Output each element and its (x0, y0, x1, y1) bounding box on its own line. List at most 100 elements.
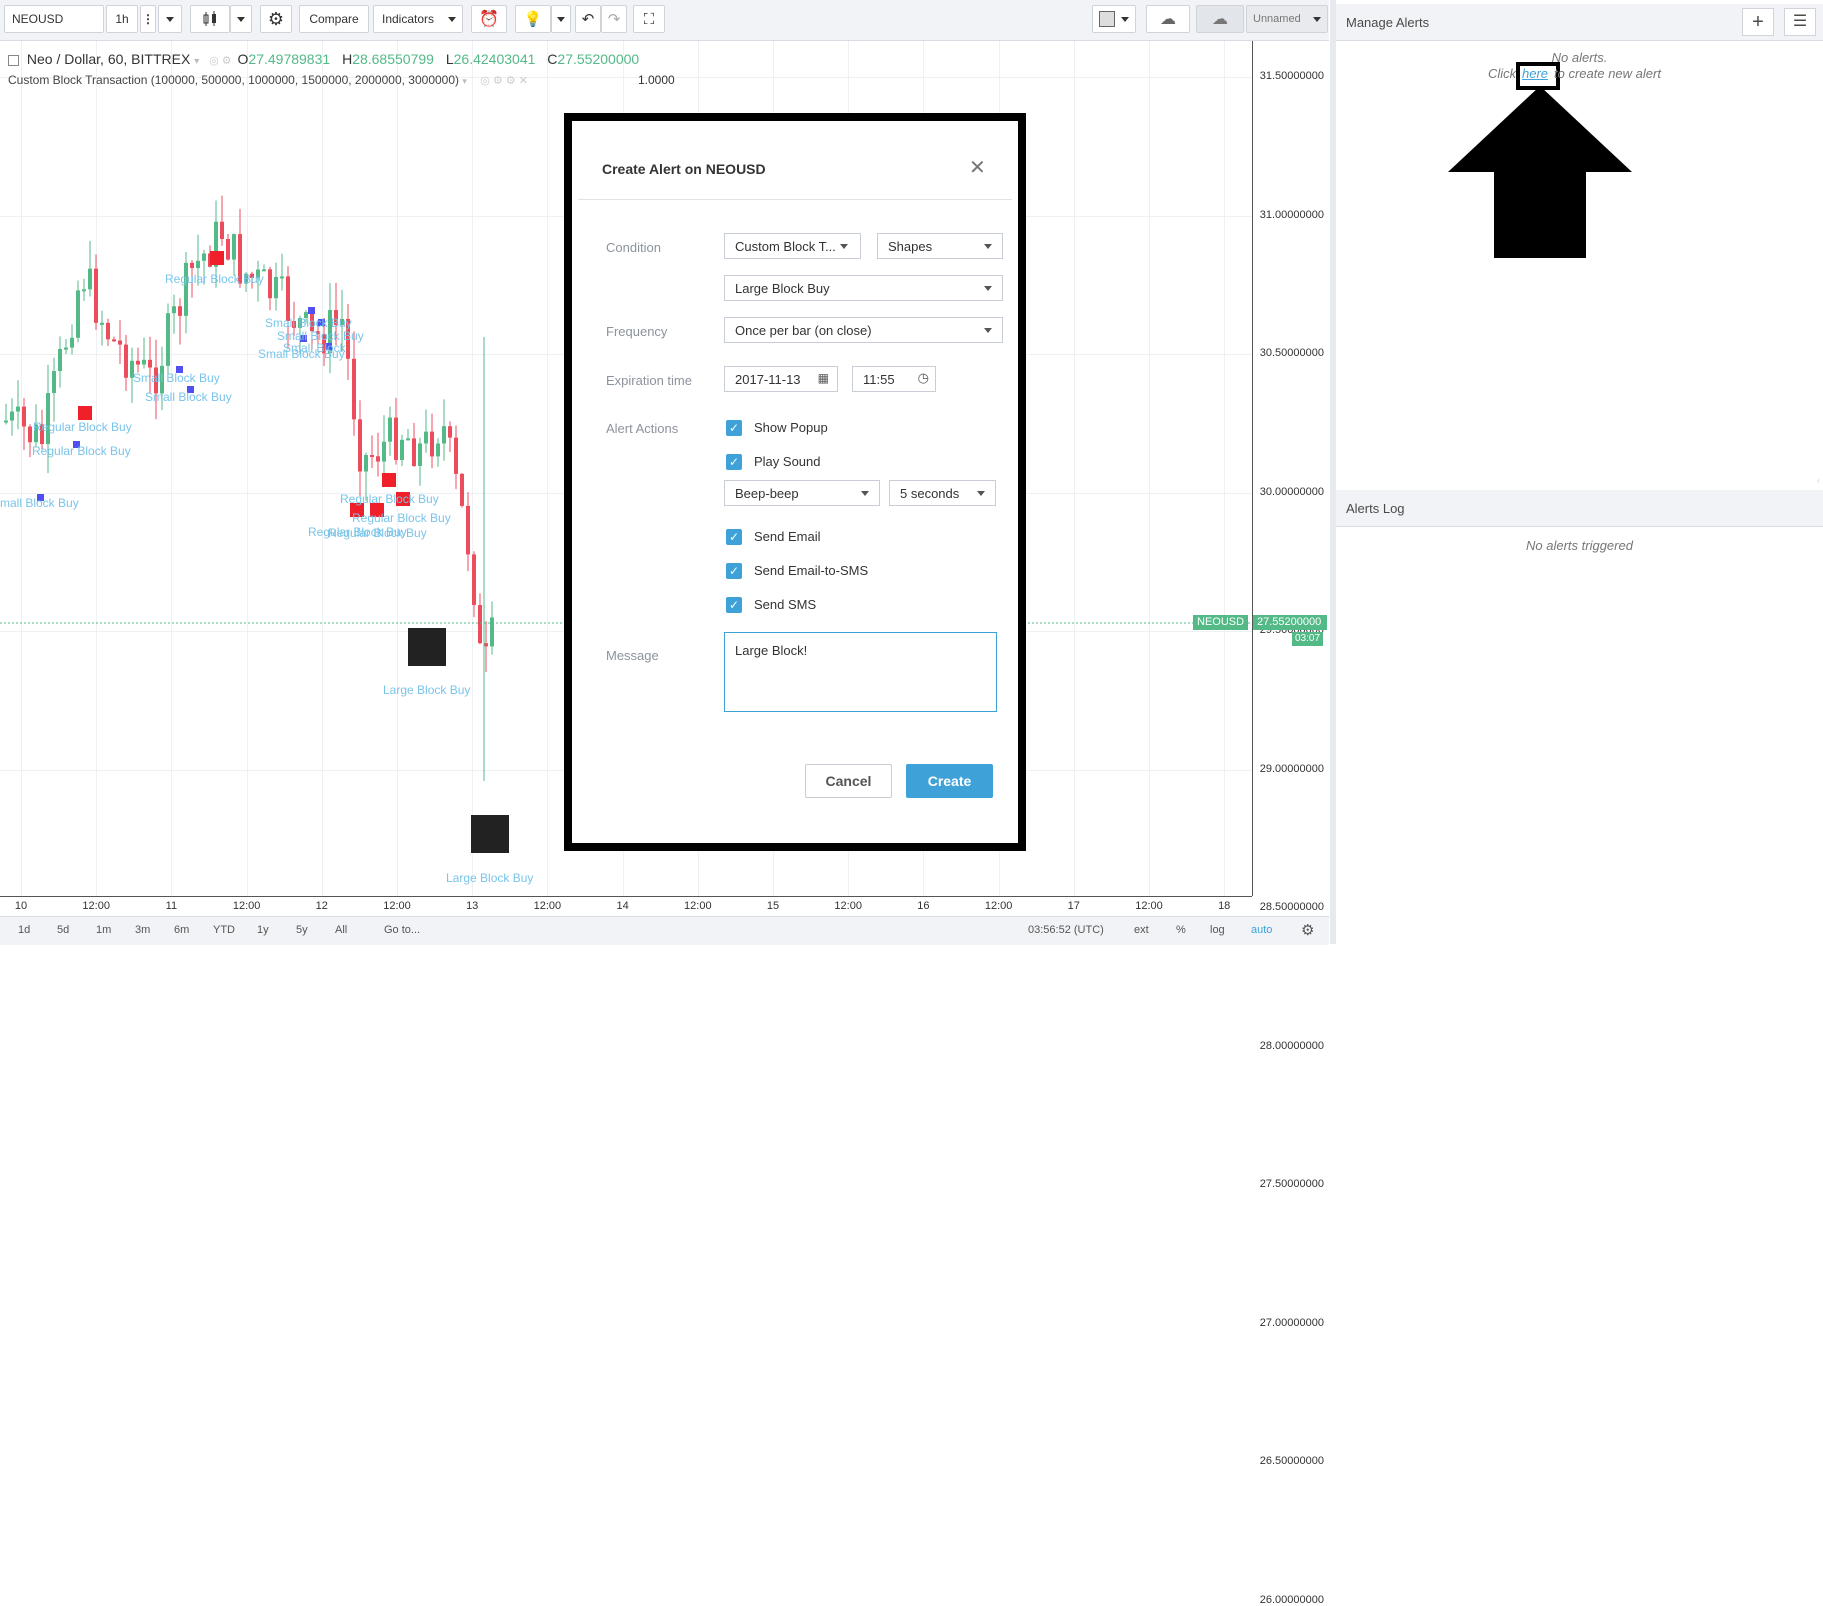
log-scale-toggle[interactable]: log (1210, 924, 1225, 936)
time-tick-label: 18 (1218, 900, 1231, 912)
layout-name-button[interactable]: Unnamed (1246, 5, 1328, 33)
layout-name-text: Unnamed (1253, 13, 1301, 25)
indicator-settings-icon[interactable]: ◎ ⚙ ⚙ ✕ (480, 75, 528, 87)
range-button[interactable]: 1y (257, 924, 269, 936)
add-alert-icon[interactable]: + (1742, 8, 1774, 36)
no-alerts-triggered-text: No alerts triggered (1526, 538, 1633, 553)
collapse-legend-icon[interactable] (8, 54, 19, 66)
range-button[interactable]: 1m (96, 924, 111, 936)
range-button[interactable]: All (335, 924, 347, 936)
goto-date-button[interactable]: Go to... (384, 924, 420, 936)
candle-body (202, 253, 206, 261)
send-email-sms-checkbox[interactable]: ✓ (726, 563, 742, 579)
alert-clock-icon[interactable]: ⏰ (471, 5, 507, 33)
range-button[interactable]: 3m (135, 924, 150, 936)
condition-label: Condition (606, 240, 661, 255)
time-tick-label: 11 (165, 900, 178, 912)
candle-body (172, 306, 176, 314)
candle-body (88, 268, 92, 290)
create-alert-dialog: Create Alert on NEOUSD ✕ Condition Custo… (578, 127, 1012, 837)
range-button[interactable]: 5d (57, 924, 69, 936)
arrow-up-icon (1448, 86, 1632, 258)
candle-body (70, 337, 74, 348)
clock-icon[interactable]: ◷ (918, 370, 929, 386)
gear-icon[interactable]: ⚙ (1301, 921, 1314, 939)
show-popup-checkbox[interactable]: ✓ (726, 420, 742, 436)
candle-body (472, 554, 476, 606)
indicator-name: Custom Block Transaction (100000, 500000… (8, 73, 460, 87)
undo-icon[interactable]: ↶ (575, 5, 601, 33)
interval-dropdown-button[interactable] (158, 5, 182, 33)
candle-body (184, 262, 188, 316)
price-tick-label: 26.00000000 (1259, 1593, 1324, 1606)
candles-icon[interactable] (190, 5, 230, 33)
price-axis[interactable]: 31.50000000 31.00000000 30.50000000 30.0000… (1252, 41, 1330, 1606)
gear-icon[interactable]: ⚙ (260, 5, 292, 33)
list-icon[interactable]: ☰ (1784, 8, 1816, 36)
time-tick-label: 16 (917, 900, 930, 912)
candle-body (364, 455, 368, 472)
condition-shape-select[interactable]: Large Block Buy (724, 275, 1003, 301)
fullscreen-icon[interactable]: ⛶ (633, 5, 665, 33)
candle-body (448, 426, 452, 438)
frequency-select[interactable]: Once per bar (on close) (724, 317, 1003, 343)
ideas-dropdown[interactable] (551, 5, 571, 33)
range-button[interactable]: YTD (213, 924, 235, 936)
create-alert-link[interactable]: here (1522, 66, 1548, 81)
candle-body (136, 360, 140, 365)
condition-source-select[interactable]: Custom Block T... (724, 233, 861, 259)
legend-dropdown-icon[interactable]: ▾ (194, 56, 199, 67)
message-textarea[interactable]: Large Block! (724, 632, 997, 712)
indicator-legend: Custom Block Transaction (100000, 500000… (8, 73, 528, 87)
redo-icon[interactable]: ↷ (601, 5, 627, 33)
indicators-label: Indicators (382, 12, 435, 26)
dialog-title: Create Alert on NEOUSD (602, 161, 766, 177)
close-icon[interactable]: ✕ (969, 155, 986, 180)
expiration-date-input[interactable]: 2017-11-13 ▦ (724, 366, 838, 392)
cancel-button[interactable]: Cancel (805, 764, 892, 798)
time-axis[interactable]: 10 12:00 11 12:00 12 12:00 13 12:00 14 12:00 15 12:… (0, 896, 1252, 917)
cloud-download-icon[interactable]: ☁ (1146, 5, 1190, 33)
price-tick-label: 31.50000000 (1259, 70, 1324, 82)
range-button[interactable]: 1d (18, 924, 30, 936)
more-intervals-icon[interactable]: ⋮ (140, 5, 156, 33)
interval-button[interactable]: 1h (106, 5, 138, 33)
percent-scale-toggle[interactable]: % (1176, 924, 1186, 936)
show-popup-label: Show Popup (754, 420, 828, 435)
legend-eye-icon[interactable]: ◎ ⚙ (209, 55, 232, 67)
annotation-label: Large Block Buy (383, 683, 471, 697)
indicator-dropdown-icon[interactable]: ▾ (462, 76, 467, 86)
symbol-search-input[interactable]: NEOUSD (4, 5, 104, 33)
range-button[interactable]: 6m (174, 924, 189, 936)
indicators-button[interactable]: Indicators (373, 5, 463, 33)
sound-duration-select[interactable]: 5 seconds (889, 480, 996, 506)
panel-resize-handle[interactable]: ‹ (1817, 476, 1821, 485)
annotation-label: Small Block Buy (133, 371, 220, 385)
play-sound-checkbox[interactable]: ✓ (726, 454, 742, 470)
price-tick-label: 31.00000000 (1259, 208, 1324, 221)
lightbulb-icon[interactable]: 💡 (515, 5, 551, 33)
send-email-checkbox[interactable]: ✓ (726, 529, 742, 545)
candle-body (280, 276, 284, 279)
chart-type-dropdown[interactable] (230, 5, 252, 33)
cloud-upload-icon[interactable]: ☁ (1196, 5, 1244, 33)
dialog-highlight-frame: Create Alert on NEOUSD ✕ Condition Custo… (564, 113, 1026, 851)
range-button[interactable]: 5y (296, 924, 308, 936)
send-sms-checkbox[interactable]: ✓ (726, 597, 742, 613)
auto-scale-toggle[interactable]: auto (1251, 924, 1272, 936)
indicator-value: 1.0000 (638, 73, 675, 87)
top-toolbar: NEOUSD 1h ⋮ ⚙ Compare Indicators ⏰ 💡 ↶ ↷… (0, 0, 1329, 41)
calendar-icon[interactable]: ▦ (818, 371, 829, 385)
ext-hours-toggle[interactable]: ext (1134, 924, 1149, 936)
sound-name-select[interactable]: Beep-beep (724, 480, 880, 506)
condition-plot-value: Shapes (888, 238, 933, 254)
candle-body (376, 456, 380, 462)
expiration-time-input[interactable]: 11:55 ◷ (852, 366, 936, 392)
create-button[interactable]: Create (906, 764, 993, 798)
candle-body (370, 455, 374, 458)
symbol-legend: Neo / Dollar, 60, BITTREX (26, 51, 191, 67)
layout-square-icon[interactable] (1092, 5, 1136, 33)
time-tick-label: 12:00 (533, 900, 562, 912)
condition-plot-select[interactable]: Shapes (877, 233, 1003, 259)
compare-button[interactable]: Compare (299, 5, 369, 33)
